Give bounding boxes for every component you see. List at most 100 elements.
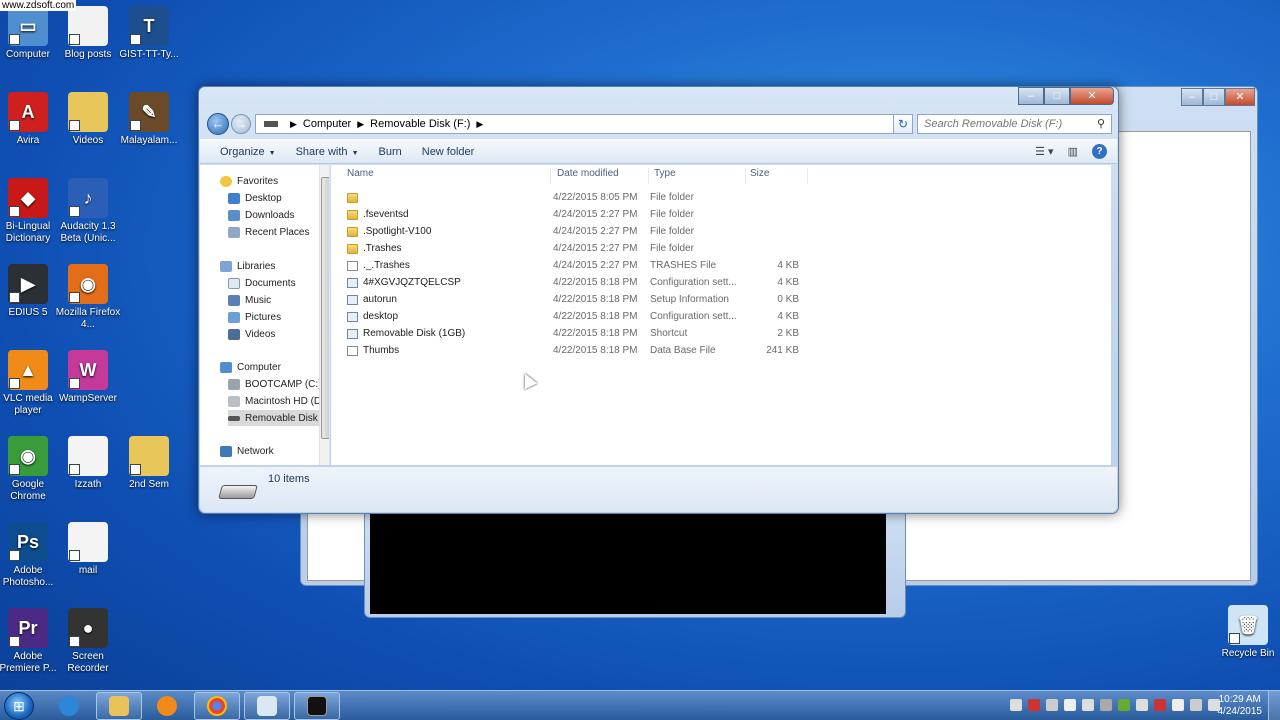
chevron-right-icon[interactable]: ▶ bbox=[357, 119, 364, 130]
desktop-icon-avira[interactable]: A Avira bbox=[0, 92, 61, 147]
desktop-icon-google-chrome[interactable]: ◉ Google Chrome bbox=[0, 436, 61, 503]
bg-maximize-button[interactable]: □ bbox=[1203, 88, 1225, 106]
file-row[interactable]: Thumbs 4/22/2015 8:18 PM Data Base File 241… bbox=[343, 343, 803, 360]
tray-icon[interactable] bbox=[1118, 699, 1130, 711]
column-header-type[interactable]: Type bbox=[650, 168, 746, 184]
view-options-icon[interactable]: ☰ ▾ bbox=[1035, 145, 1053, 158]
desktop-icon-label: Avira bbox=[16, 135, 40, 146]
desktop-icon-label: Malayalam... bbox=[120, 135, 178, 146]
preview-pane-icon[interactable]: ▥ bbox=[1068, 145, 1078, 158]
nav-pictures[interactable]: Pictures bbox=[228, 309, 329, 325]
show-desktop-button[interactable] bbox=[1268, 691, 1280, 720]
chevron-right-icon[interactable]: ▶ bbox=[476, 119, 483, 130]
taskbar-notepad[interactable] bbox=[244, 692, 290, 720]
nav-music[interactable]: Music bbox=[228, 292, 329, 308]
taskbar-internet-explorer[interactable] bbox=[46, 692, 92, 720]
file-row[interactable]: ._.Trashes 4/24/2015 2:27 PM TRASHES File 4… bbox=[343, 258, 803, 275]
bg-minimize-button[interactable]: – bbox=[1181, 88, 1203, 106]
desktop-icon-recycle-bin[interactable]: 🗑 Recycle Bin bbox=[1215, 605, 1280, 660]
desktop-icon-mozilla-firefox-4[interactable]: ◉ Mozilla Firefox 4... bbox=[55, 264, 121, 331]
nav-libraries[interactable]: Libraries bbox=[220, 258, 329, 274]
bg-close-button[interactable]: ✕ bbox=[1225, 88, 1255, 106]
desktop-icon-videos[interactable]: Videos bbox=[55, 92, 121, 147]
file-row[interactable]: 4#XGVJQZTQELCSP 4/22/2015 8:18 PM Configur… bbox=[343, 275, 803, 292]
desktop-icon-malayalam[interactable]: ✎ Malayalam... bbox=[116, 92, 182, 147]
column-header-size[interactable]: Size bbox=[746, 168, 808, 184]
breadcrumb-computer[interactable]: Computer bbox=[303, 118, 351, 130]
taskbar-command-prompt[interactable] bbox=[294, 692, 340, 720]
tray-icon[interactable] bbox=[1136, 699, 1148, 711]
desktop-icon-2nd-sem[interactable]: 2nd Sem bbox=[116, 436, 182, 491]
desktop-icon-vlc-media-player[interactable]: ▲ VLC media player bbox=[0, 350, 61, 417]
column-header-date[interactable]: Date modified bbox=[553, 168, 649, 184]
nav-recent-places[interactable]: Recent Places bbox=[228, 224, 329, 240]
minimize-button[interactable]: – bbox=[1018, 87, 1044, 105]
back-button[interactable]: ← bbox=[207, 113, 229, 135]
search-input[interactable] bbox=[918, 115, 1088, 133]
file-row[interactable]: autorun 4/22/2015 8:18 PM Setup Informatio… bbox=[343, 292, 803, 309]
column-header-name[interactable]: Name bbox=[343, 168, 551, 184]
tray-icon[interactable] bbox=[1172, 699, 1184, 711]
chevron-right-icon[interactable]: ▶ bbox=[290, 119, 297, 130]
maximize-button[interactable]: □ bbox=[1044, 87, 1070, 105]
organize-button[interactable]: Organize ▼ bbox=[200, 146, 286, 158]
file-row[interactable]: Removable Disk (1GB) 4/22/2015 8:18 PM Sho… bbox=[343, 326, 803, 343]
nav-network[interactable]: Network bbox=[220, 443, 329, 459]
downloads-icon bbox=[228, 209, 240, 221]
desktop-icon-bi-lingual-dictionary[interactable]: ◆ Bi-Lingual Dictionary bbox=[0, 178, 61, 245]
start-button[interactable]: ⊞ bbox=[4, 692, 34, 720]
file-row[interactable]: desktop 4/22/2015 8:18 PM Configuration se… bbox=[343, 309, 803, 326]
taskbar-media-player[interactable] bbox=[144, 692, 190, 720]
tray-icon[interactable] bbox=[1100, 699, 1112, 711]
tray-icon[interactable] bbox=[1010, 699, 1022, 711]
taskbar-explorer[interactable] bbox=[96, 692, 142, 720]
search-box[interactable]: ⚲ bbox=[917, 114, 1112, 134]
burn-button[interactable]: Burn bbox=[369, 146, 412, 158]
desktop-icon-adobe-premiere-p[interactable]: Pr Adobe Premiere P... bbox=[0, 608, 61, 675]
nav-removable-disk[interactable]: Removable Disk ( bbox=[228, 410, 320, 426]
desktop-icon-screen-recorder[interactable]: ● Screen Recorder bbox=[55, 608, 121, 675]
close-button[interactable]: ✕ bbox=[1070, 87, 1114, 105]
clock[interactable]: 10:29 AM 4/24/2015 bbox=[1218, 694, 1263, 718]
desktop-icon-computer[interactable]: ▭ Computer bbox=[0, 6, 61, 61]
tray-icon[interactable] bbox=[1064, 699, 1076, 711]
desktop-icon-mail[interactable]: mail bbox=[55, 522, 121, 577]
address-bar[interactable]: ▶ Computer ▶ Removable Disk (F:) ▶ ▼ bbox=[255, 114, 912, 134]
desktop-icon-audacity-1-3-beta-unic[interactable]: ♪ Audacity 1.3 Beta (Unic... bbox=[55, 178, 121, 245]
taskbar-chrome[interactable] bbox=[194, 692, 240, 720]
desktop-icon-adobe-photosho[interactable]: Ps Adobe Photosho... bbox=[0, 522, 61, 589]
desktop-icon-gist-tt-ty[interactable]: T GIST-TT-Ty... bbox=[116, 6, 182, 61]
forward-button[interactable]: → bbox=[231, 114, 251, 134]
new-folder-button[interactable]: New folder bbox=[412, 146, 485, 158]
desktop-icon-izzath[interactable]: Izzath bbox=[55, 436, 121, 491]
nav-computer[interactable]: Computer bbox=[220, 359, 329, 375]
tray-icon[interactable] bbox=[1154, 699, 1166, 711]
nav-documents[interactable]: Documents bbox=[228, 275, 329, 291]
nav-drive-c[interactable]: BOOTCAMP (C:) bbox=[228, 376, 329, 392]
tray-icon[interactable] bbox=[1190, 699, 1202, 711]
tray-icon[interactable] bbox=[1028, 699, 1040, 711]
nav-videos[interactable]: Videos bbox=[228, 326, 329, 342]
nav-drive-d[interactable]: Macintosh HD (D bbox=[228, 393, 329, 409]
nav-downloads[interactable]: Downloads bbox=[228, 207, 329, 223]
tray-icon[interactable] bbox=[1046, 699, 1058, 711]
share-with-button[interactable]: Share with ▼ bbox=[286, 146, 369, 158]
breadcrumb-removable-disk[interactable]: Removable Disk (F:) bbox=[370, 118, 470, 130]
desktop-icon-wampserver[interactable]: W WampServer bbox=[55, 350, 121, 405]
file-row[interactable]: .Trashes 4/24/2015 2:27 PM File folder bbox=[343, 241, 803, 258]
desktop-icon-blog-posts[interactable]: Blog posts bbox=[55, 6, 121, 61]
nav-scrollbar[interactable] bbox=[319, 165, 329, 465]
help-icon[interactable]: ? bbox=[1092, 144, 1107, 159]
documents-icon bbox=[228, 277, 240, 289]
nav-favorites[interactable]: Favorites bbox=[220, 173, 329, 189]
file-list: Name Date modified Type Size 4/22/2015 8… bbox=[331, 165, 1111, 465]
nav-desktop[interactable]: Desktop bbox=[228, 190, 329, 206]
file-row[interactable]: .fseventsd 4/24/2015 2:27 PM File folder bbox=[343, 207, 803, 224]
refresh-button[interactable]: ↻ bbox=[893, 114, 913, 134]
tray-icon[interactable] bbox=[1082, 699, 1094, 711]
file-row[interactable]: .Spotlight-V100 4/24/2015 2:27 PM File fol… bbox=[343, 224, 803, 241]
desktop-icon-edius-5[interactable]: ▶ EDIUS 5 bbox=[0, 264, 61, 319]
search-icon[interactable]: ⚲ bbox=[1097, 117, 1105, 130]
file-row[interactable]: 4/22/2015 8:05 PM File folder bbox=[343, 190, 803, 207]
nav-scroll-thumb[interactable] bbox=[321, 177, 329, 439]
